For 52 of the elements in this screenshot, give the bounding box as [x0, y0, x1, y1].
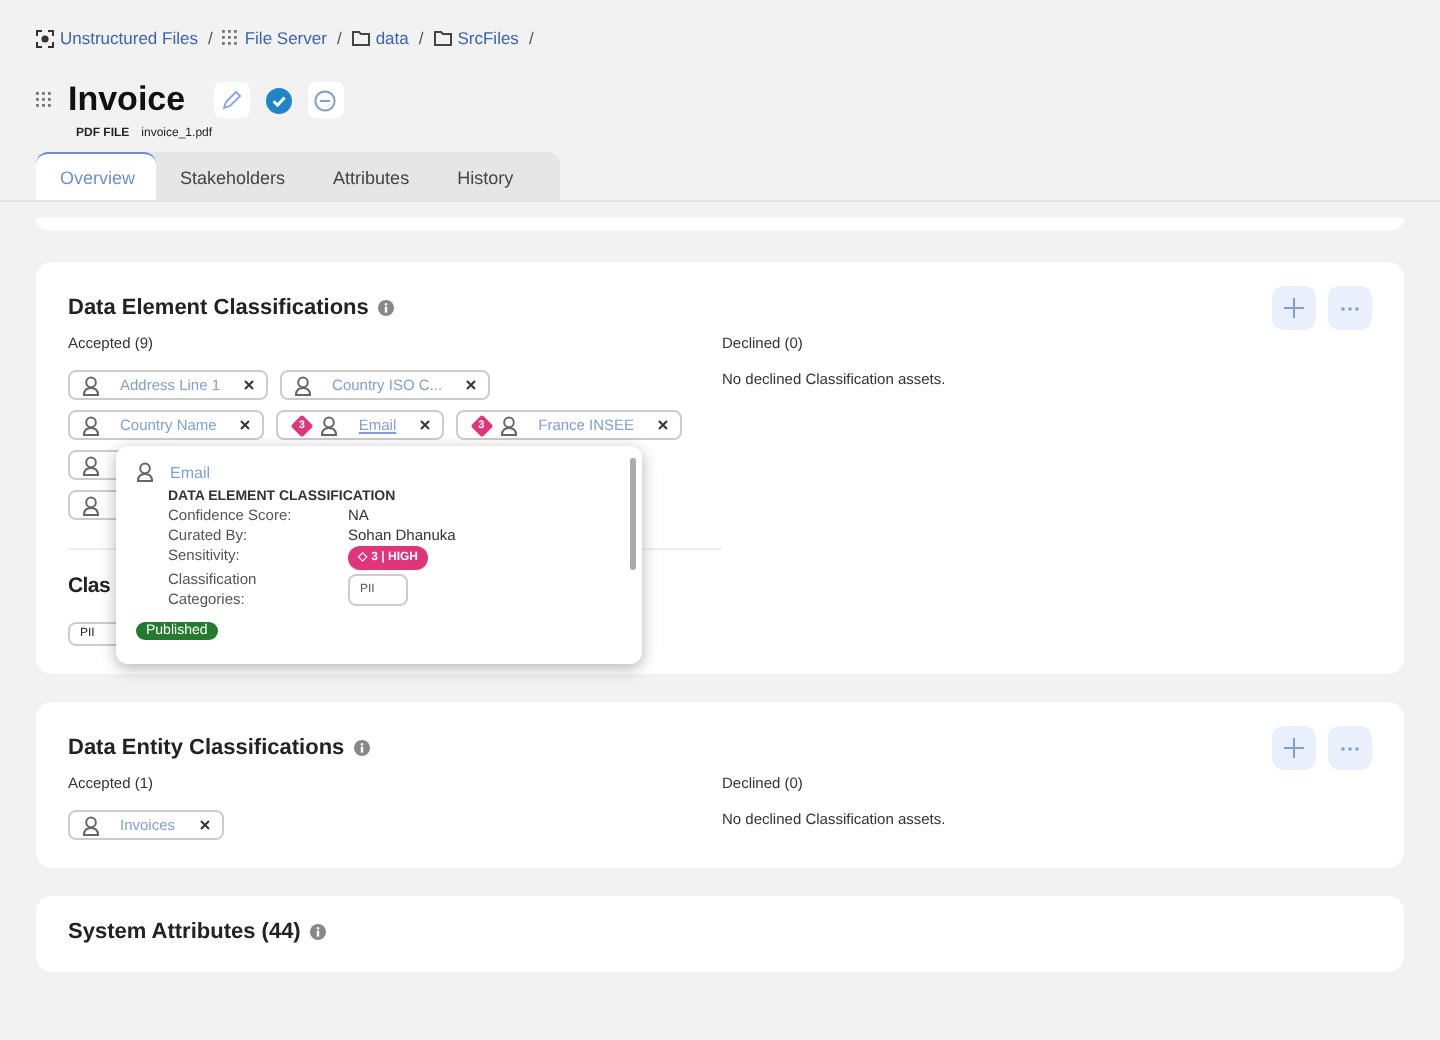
person-icon: [136, 462, 154, 482]
section-title: Data Element Classifications: [68, 296, 369, 320]
folder-icon: [433, 30, 452, 46]
more-icon: [1340, 305, 1360, 311]
pencil-icon: [221, 90, 242, 110]
breadcrumb-link[interactable]: File Server: [222, 28, 327, 48]
folder-icon: [351, 30, 370, 46]
person-icon: [82, 455, 100, 475]
info-icon: [354, 740, 371, 756]
plus-icon: [1284, 738, 1304, 758]
close-icon[interactable]: [466, 380, 477, 390]
person-icon: [320, 415, 339, 435]
minus-circle-icon: [314, 89, 337, 111]
tab[interactable]: Attributes: [309, 152, 434, 200]
section-title: Clas: [68, 574, 110, 598]
breadcrumb-link[interactable]: Unstructured Files: [36, 28, 198, 48]
scrollbar[interactable]: [630, 458, 636, 570]
close-icon[interactable]: [240, 420, 251, 430]
tooltip-title: Email: [170, 463, 211, 481]
breadcrumb-separator: /: [336, 28, 342, 48]
add-button[interactable]: [1272, 726, 1316, 770]
info-icon: [378, 300, 395, 316]
tab[interactable]: Overview: [36, 152, 156, 200]
section-title: Data Entity Classifications: [68, 736, 345, 760]
add-button[interactable]: [1272, 286, 1316, 330]
breadcrumb-separator: /: [418, 28, 424, 48]
info-icon: [310, 924, 327, 940]
status-button[interactable]: [307, 82, 344, 118]
breadcrumb-separator: /: [207, 28, 213, 48]
breadcrumb-link[interactable]: SrcFiles: [433, 28, 519, 48]
tab[interactable]: History: [433, 152, 538, 200]
person-icon: [82, 415, 100, 435]
breadcrumb-link[interactable]: data: [351, 28, 409, 48]
close-icon[interactable]: [658, 420, 669, 430]
section-title: System Attributes (44): [68, 920, 301, 944]
plus-icon: [1284, 298, 1304, 318]
close-icon[interactable]: [420, 420, 431, 430]
close-icon[interactable]: [244, 380, 255, 390]
close-icon[interactable]: [199, 820, 210, 830]
edit-button[interactable]: [213, 82, 250, 118]
person-icon: [294, 375, 313, 395]
more-icon: [1340, 745, 1360, 751]
tab[interactable]: Stakeholders: [156, 152, 310, 200]
scan-icon: [36, 29, 54, 47]
person-icon: [500, 415, 519, 435]
person-icon: [82, 815, 100, 835]
grid-icon: [222, 30, 239, 46]
person-icon: [82, 495, 100, 515]
grid-icon: [36, 92, 52, 108]
asset-title: Invoice: [68, 80, 186, 120]
breadcrumb-separator: /: [528, 28, 534, 48]
person-icon: [82, 375, 100, 395]
